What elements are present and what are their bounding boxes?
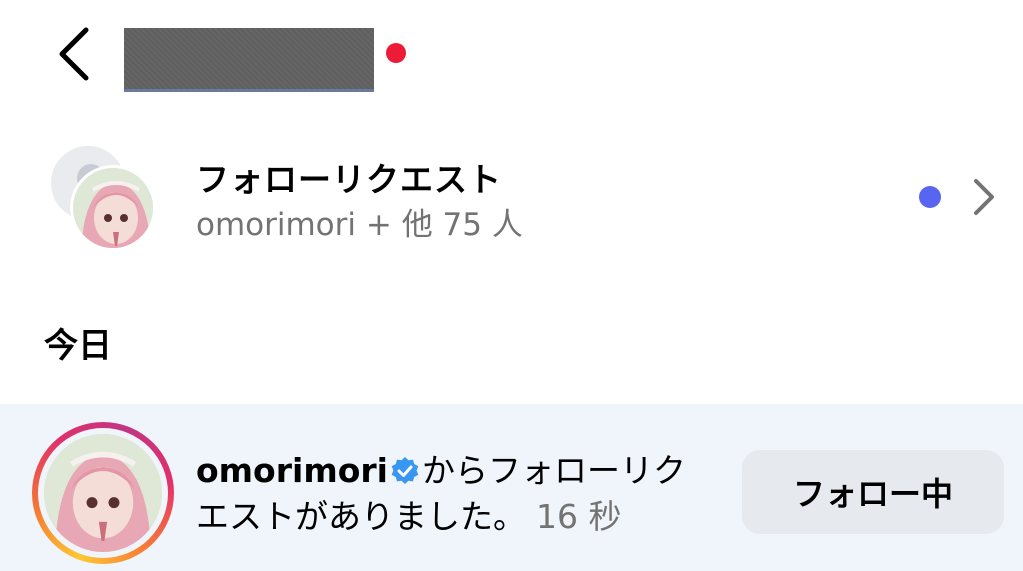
redacted-account-name[interactable] — [124, 28, 374, 92]
verified-badge-icon — [391, 457, 419, 484]
follow-requests-subtitle: omorimori + 他 75 人 — [196, 207, 523, 243]
section-heading-today: 今日 — [44, 326, 112, 366]
avatar — [44, 434, 162, 552]
notification-row[interactable]: omorimori からフォローリク エストがありました。 16 秒 フォロー中 — [0, 404, 1023, 571]
notification-timestamp: 16 秒 — [536, 497, 622, 536]
notification-text: omorimori からフォローリク エストがありました。 16 秒 — [196, 448, 716, 540]
avatar — [70, 165, 156, 251]
follow-requests-row[interactable]: フォローリクエスト omorimori + 他 75 人 — [0, 135, 1023, 255]
chevron-left-icon — [59, 27, 89, 81]
doll-avatar-image — [44, 434, 162, 552]
doll-avatar-image — [73, 168, 153, 248]
notifications-screen: フォローリクエスト omorimori + 他 75 人 今日 omorimor… — [0, 0, 1023, 571]
following-button[interactable]: フォロー中 — [742, 450, 1004, 534]
notification-message-2: エストがありました。 — [196, 497, 526, 536]
notification-username[interactable]: omorimori — [196, 451, 388, 490]
follow-requests-title: フォローリクエスト — [196, 160, 502, 199]
back-button[interactable] — [52, 26, 96, 82]
unread-indicator-dot — [386, 43, 406, 63]
chevron-right-icon — [974, 179, 994, 215]
notification-message-1: からフォローリク — [421, 451, 686, 490]
story-ring[interactable] — [32, 422, 174, 564]
unread-indicator-dot — [919, 186, 941, 208]
